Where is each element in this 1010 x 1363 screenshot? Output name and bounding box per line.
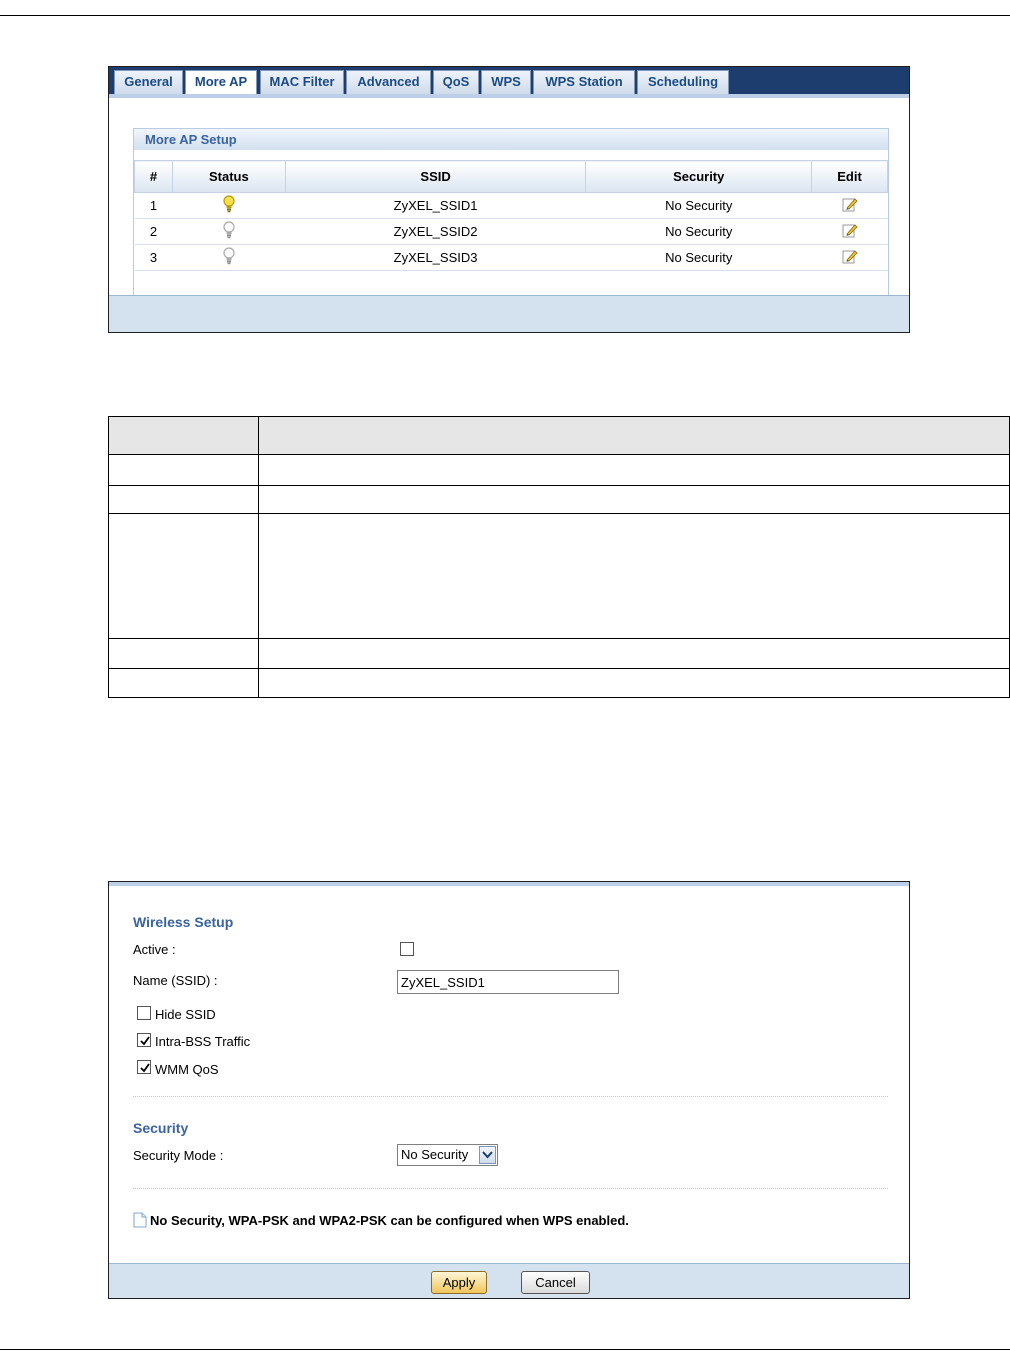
- row-status: [172, 192, 286, 219]
- row-edit: [811, 244, 888, 271]
- desc-header-cell: [108, 416, 259, 455]
- row-edit: [811, 218, 888, 245]
- wmm-qos-checkbox[interactable]: [137, 1060, 151, 1074]
- desc-cell: [258, 454, 1010, 486]
- divider: [133, 1096, 888, 1097]
- bottom-bar: [109, 295, 909, 332]
- more-ap-table: # Status SSID Security Edit 1 ZyXEL_SSID…: [134, 160, 888, 271]
- row-security: No Security: [585, 244, 812, 271]
- apply-button[interactable]: Apply: [431, 1271, 487, 1294]
- table-row: 2 ZyXEL_SSID2 No Security: [134, 218, 888, 245]
- chevron-down-icon: [479, 1146, 496, 1164]
- top-bar: [109, 882, 909, 886]
- col-ssid: SSID: [284, 160, 587, 193]
- row-number: 1: [134, 192, 173, 219]
- desc-cell: [108, 454, 259, 486]
- table-row: 1 ZyXEL_SSID1 No Security: [134, 192, 888, 219]
- note-icon: [133, 1212, 147, 1231]
- intra-bss-checkbox[interactable]: [137, 1033, 151, 1047]
- bulb-off-icon: [222, 247, 236, 268]
- check-icon: [140, 1036, 150, 1046]
- tab-qos[interactable]: QoS: [433, 70, 479, 94]
- ssid-name-input[interactable]: [397, 970, 619, 994]
- desc-cell: [108, 485, 259, 514]
- desc-cell: [258, 668, 1010, 698]
- more-ap-edit-screen: Wireless Setup Active : Name (SSID) : Hi…: [108, 881, 910, 1299]
- edit-icon[interactable]: [842, 248, 858, 267]
- wmm-qos-label: WMM QoS: [155, 1062, 219, 1077]
- field-description-table: [108, 416, 1010, 698]
- tab-wps-station[interactable]: WPS Station: [533, 70, 635, 94]
- bulb-on-icon: [222, 195, 236, 216]
- desc-row: [108, 485, 1010, 514]
- button-bar: Apply Cancel: [109, 1263, 909, 1298]
- tab-more-ap[interactable]: More AP: [185, 70, 257, 94]
- desc-row: [108, 513, 1010, 639]
- desc-cell: [108, 638, 259, 669]
- divider: [133, 1188, 888, 1189]
- desc-cell: [108, 668, 259, 698]
- tab-general[interactable]: General: [114, 70, 183, 94]
- hide-ssid-label: Hide SSID: [155, 1007, 216, 1022]
- active-checkbox[interactable]: [400, 942, 414, 956]
- col-status: Status: [171, 160, 286, 193]
- desc-cell: [258, 638, 1010, 669]
- row-ssid: ZyXEL_SSID1: [285, 192, 586, 219]
- row-ssid: ZyXEL_SSID2: [285, 218, 586, 245]
- security-mode-select[interactable]: No Security: [397, 1144, 498, 1166]
- intra-bss-label: Intra-BSS Traffic: [155, 1034, 251, 1049]
- desc-row: [108, 668, 1010, 698]
- desc-header-cell: [258, 416, 1010, 455]
- row-status: [172, 218, 286, 245]
- wps-note-text: No Security, WPA-PSK and WPA2-PSK can be…: [150, 1212, 629, 1228]
- tab-underline: [109, 94, 909, 98]
- row-ssid: ZyXEL_SSID3: [285, 244, 586, 271]
- bulb-off-icon: [222, 221, 236, 242]
- row-security: No Security: [585, 218, 812, 245]
- desc-cell: [258, 485, 1010, 514]
- edit-icon[interactable]: [842, 222, 858, 241]
- security-title: Security: [133, 1120, 189, 1136]
- tab-wps[interactable]: WPS: [481, 70, 531, 94]
- security-mode-value: No Security: [401, 1147, 469, 1162]
- row-edit: [811, 192, 888, 219]
- more-ap-setup-panel: More AP Setup # Status SSID Security Edi…: [133, 128, 889, 296]
- table-header-row: # Status SSID Security Edit: [134, 160, 888, 193]
- wireless-setup-title: Wireless Setup: [133, 914, 234, 930]
- col-edit: Edit: [811, 160, 888, 193]
- wps-note: No Security, WPA-PSK and WPA2-PSK can be…: [133, 1212, 629, 1231]
- desc-cell: [108, 513, 259, 639]
- page-bottom-rule: [0, 1349, 1010, 1350]
- security-mode-label: Security Mode :: [133, 1148, 224, 1163]
- desc-header-row: [108, 416, 1010, 455]
- tab-advanced[interactable]: Advanced: [346, 70, 431, 94]
- row-number: 3: [134, 244, 173, 271]
- tab-scheduling[interactable]: Scheduling: [637, 70, 729, 94]
- tab-mac-filter[interactable]: MAC Filter: [260, 70, 344, 94]
- tab-bar: General More AP MAC Filter Advanced QoS …: [109, 67, 909, 94]
- row-status: [172, 244, 286, 271]
- ssid-name-label: Name (SSID) :: [133, 973, 218, 988]
- table-row: 3 ZyXEL_SSID3 No Security: [134, 244, 888, 271]
- desc-cell: [258, 513, 1010, 639]
- panel-title: More AP Setup: [134, 129, 888, 150]
- col-security: Security: [585, 160, 813, 193]
- col-number: #: [134, 160, 173, 193]
- active-label: Active :: [133, 942, 176, 957]
- desc-row: [108, 454, 1010, 486]
- desc-row: [108, 638, 1010, 669]
- edit-icon[interactable]: [842, 196, 858, 215]
- hide-ssid-checkbox[interactable]: [137, 1006, 151, 1020]
- row-number: 2: [134, 218, 173, 245]
- cancel-button[interactable]: Cancel: [521, 1271, 590, 1294]
- row-security: No Security: [585, 192, 812, 219]
- check-icon: [140, 1063, 150, 1073]
- more-ap-screen: General More AP MAC Filter Advanced QoS …: [108, 66, 910, 333]
- page-top-rule: [0, 15, 1010, 16]
